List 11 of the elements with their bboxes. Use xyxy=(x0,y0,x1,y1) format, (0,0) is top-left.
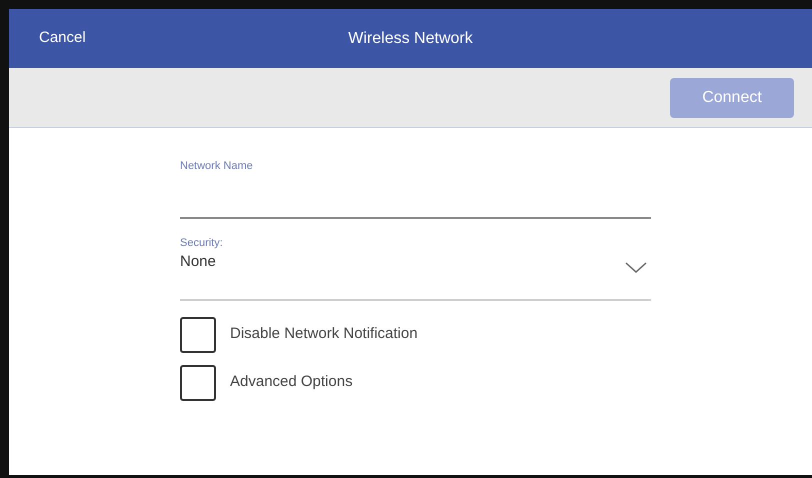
window-title: Wireless Network xyxy=(348,28,473,48)
checkbox[interactable] xyxy=(180,316,216,352)
security-value: None xyxy=(180,252,217,272)
security-label: Security: xyxy=(180,236,223,250)
checkbox-label: Disable Network Notification xyxy=(230,324,418,344)
checkbox-label: Advanced Options xyxy=(230,372,353,392)
security-dropdown[interactable]: Security: None xyxy=(180,234,651,300)
cancel-button[interactable]: Cancel xyxy=(39,27,86,50)
chevron-down-icon xyxy=(625,262,647,274)
network-name-label: Network Name xyxy=(180,159,254,174)
checkbox[interactable] xyxy=(180,364,216,400)
